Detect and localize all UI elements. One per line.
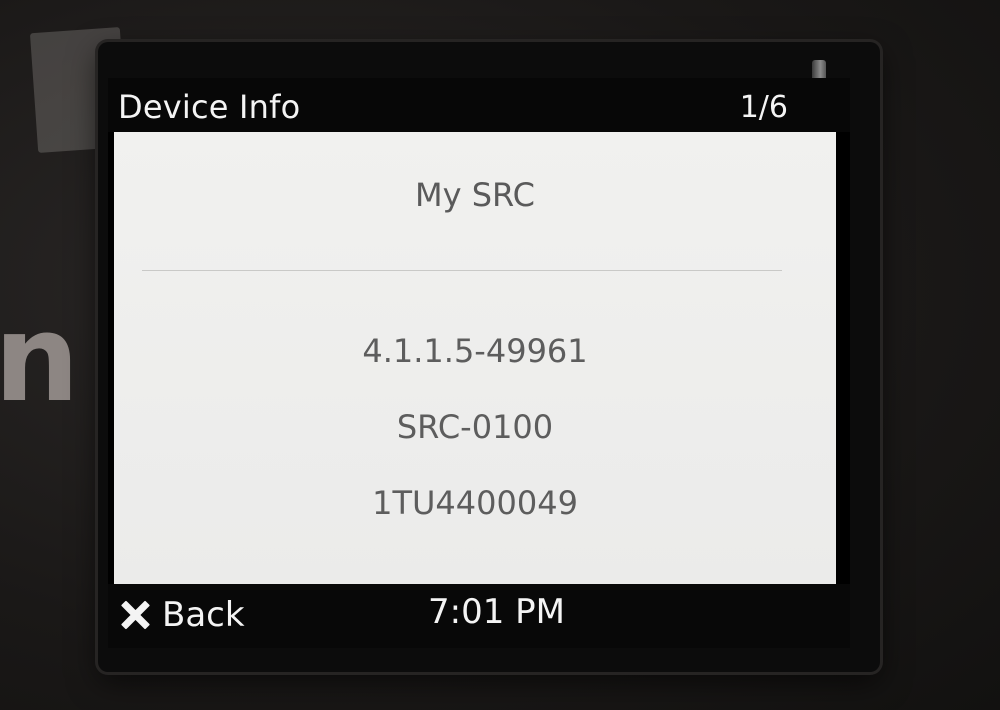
firmware-version: 4.1.1.5-49961: [362, 332, 588, 370]
display-screen: Device Info 1/6 My SRC 4.1.1.5-49961 SRC…: [108, 78, 850, 648]
page-title: Device Info: [118, 88, 301, 126]
title-bar: Device Info 1/6: [108, 78, 850, 132]
device-body: n Device Info 1/6 My SRC 4.1.1.5-49961 S…: [0, 0, 1000, 710]
divider: [142, 270, 782, 271]
device-name: My SRC: [414, 176, 535, 214]
serial-number: 1TU4400049: [372, 484, 578, 522]
model-number: SRC-0100: [396, 408, 554, 446]
brand-lettering: n: [0, 290, 79, 429]
back-label: Back: [162, 595, 245, 635]
footer-bar: Back 7:01 PM: [108, 584, 850, 648]
back-button[interactable]: Back: [120, 590, 245, 640]
page-indicator: 1/6: [739, 90, 788, 125]
close-icon: [120, 600, 150, 630]
info-panel: My SRC 4.1.1.5-49961 SRC-0100 1TU4400049: [114, 132, 836, 584]
clock: 7:01 PM: [428, 592, 565, 632]
